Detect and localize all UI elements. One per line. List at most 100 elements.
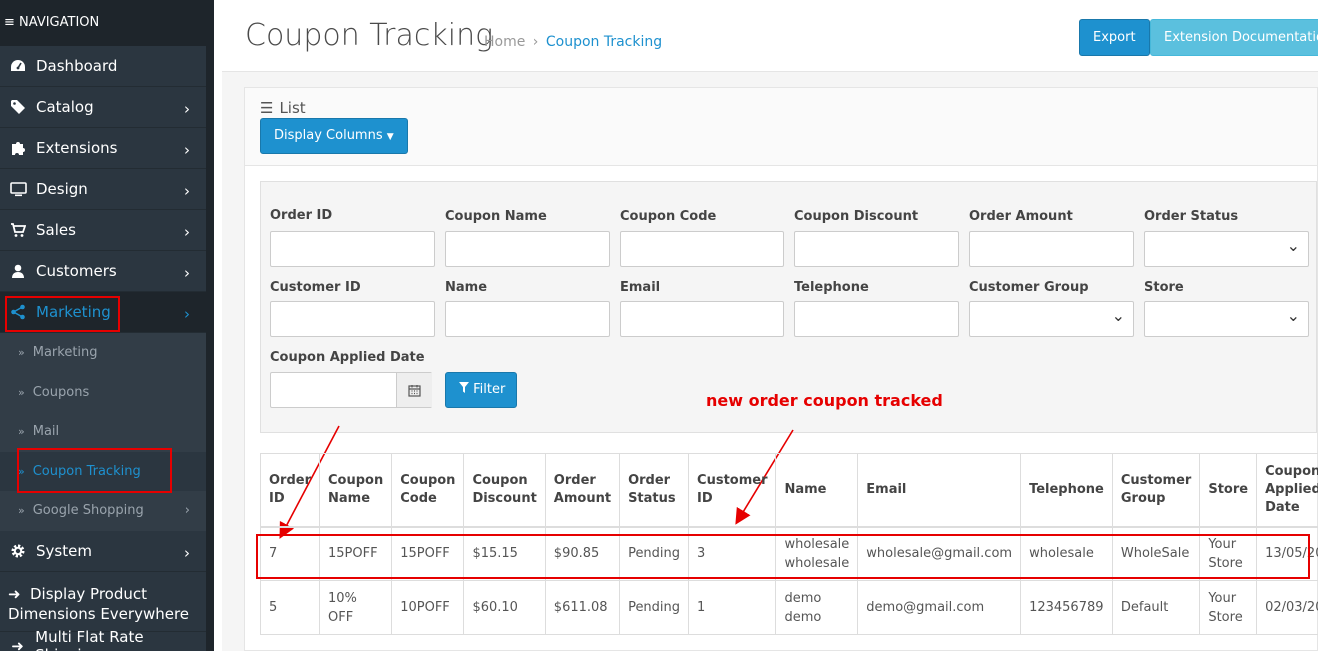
order-id-input[interactable] — [270, 231, 435, 267]
nav-item-label: Design — [36, 180, 88, 198]
col-order-id[interactable]: Order ID — [260, 453, 320, 528]
cell-email: demo@gmail.com — [857, 580, 1022, 635]
highlight-box — [5, 296, 120, 332]
nav-item-label: Dashboard — [36, 57, 118, 75]
nav-item-design[interactable]: Design › — [0, 169, 206, 210]
nav-item-customers[interactable]: Customers › — [0, 251, 206, 292]
nav-item-label: ➜ Display Product Dimensions Everywhere — [8, 584, 190, 623]
sub-item-coupons[interactable]: » Coupons — [0, 373, 206, 413]
nav-item-label: Customers — [36, 262, 117, 280]
telephone-label: Telephone — [794, 280, 869, 295]
name-input[interactable] — [445, 301, 610, 337]
email-input[interactable] — [620, 301, 784, 337]
chevron-right-icon: › — [184, 503, 190, 518]
coupon-discount-label: Coupon Discount — [794, 209, 919, 224]
nav-item-system[interactable]: System › — [0, 531, 206, 572]
marketing-submenu: » Marketing » Coupons » Mail » Coupon Tr… — [0, 333, 206, 531]
sub-item-mail[interactable]: » Mail — [0, 412, 206, 452]
extension-documentation-button[interactable]: Extension Documentation — [1150, 19, 1318, 56]
annotation-text: new order coupon tracked — [706, 391, 943, 410]
display-columns-button[interactable]: Display Columns ▼ — [260, 118, 408, 154]
nav-item-label: Extensions — [36, 139, 118, 157]
sub-item-google-shopping[interactable]: » Google Shopping › — [0, 491, 206, 531]
col-customer-group[interactable]: Customer Group — [1111, 453, 1201, 528]
highlight-box — [17, 448, 172, 493]
col-coupon-discount[interactable]: Coupon Discount — [463, 453, 546, 528]
cell-coupon-name: 10% OFF — [318, 580, 393, 635]
nav-item-multi-flat-rate-shipping[interactable]: ➜ Multi Flat Rate Shipping — [0, 628, 206, 651]
chevron-right-icon: › — [184, 264, 190, 282]
order-id-label: Order ID — [270, 208, 333, 223]
caret-down-icon: ▼ — [386, 132, 394, 142]
export-button[interactable]: Export — [1079, 19, 1150, 56]
highlight-box — [256, 534, 1310, 579]
cell-order-amount: $611.08 — [544, 580, 621, 635]
sub-item-marketing[interactable]: » Marketing — [0, 333, 206, 373]
cell-customer-group: Default — [1111, 580, 1201, 635]
col-coupon-applied-date[interactable]: Coupon Applied Date — [1256, 453, 1318, 528]
telephone-input[interactable] — [794, 301, 959, 337]
nav-item-extensions[interactable]: Extensions › — [0, 128, 206, 169]
col-order-amount[interactable]: Order Amount — [544, 453, 621, 528]
email-label: Email — [620, 280, 661, 295]
order-status-label: Order Status — [1144, 209, 1239, 224]
col-coupon-name[interactable]: Coupon Name — [318, 453, 393, 528]
chevron-right-icon: › — [184, 223, 190, 241]
col-store[interactable]: Store — [1199, 453, 1258, 528]
filter-button[interactable]: Filter — [445, 372, 517, 408]
chevron-right-icon: › — [184, 543, 190, 562]
funnel-icon — [459, 382, 473, 397]
nav-item-display-product-dimensions[interactable]: ➜ Display Product Dimensions Everywhere — [0, 572, 206, 632]
coupon-name-label: Coupon Name — [445, 209, 547, 224]
coupon-discount-input[interactable] — [794, 231, 959, 267]
monitor-icon — [8, 181, 28, 197]
nav-item-sales[interactable]: Sales › — [0, 210, 206, 251]
coupon-applied-date-input[interactable] — [270, 372, 432, 408]
sub-item-label: Google Shopping — [32, 503, 144, 519]
nav-item-label: Sales — [36, 221, 76, 239]
col-name[interactable]: Name — [775, 453, 859, 528]
hamburger-icon: ≡ — [4, 15, 15, 30]
cell-order-id: 5 — [260, 580, 320, 635]
tag-icon — [8, 99, 28, 115]
gear-icon — [8, 543, 28, 559]
nav-item-dashboard[interactable]: Dashboard — [0, 46, 206, 87]
col-telephone[interactable]: Telephone — [1020, 453, 1113, 528]
order-status-select[interactable] — [1144, 231, 1309, 267]
nav-item-label: Multi Flat Rate Shipping — [35, 628, 144, 651]
double-chevron-icon: » — [18, 425, 25, 439]
order-amount-input[interactable] — [969, 231, 1134, 267]
breadcrumb-current[interactable]: Coupon Tracking — [546, 34, 662, 50]
col-customer-id[interactable]: Customer ID — [688, 453, 777, 528]
breadcrumb: Home › Coupon Tracking — [484, 34, 662, 50]
page-header: Coupon Tracking Home › Coupon Tracking E… — [222, 0, 1318, 72]
sub-item-label: Mail — [32, 424, 60, 440]
col-order-status[interactable]: Order Status — [619, 453, 690, 528]
cart-icon — [8, 222, 28, 238]
chevron-right-icon: › — [184, 305, 190, 323]
store-label: Store — [1144, 280, 1184, 295]
chevron-right-icon: › — [184, 141, 190, 159]
nav-item-catalog[interactable]: Catalog › — [0, 87, 206, 128]
customer-id-input[interactable] — [270, 301, 435, 337]
coupon-code-input[interactable] — [620, 231, 784, 267]
table-header-row: Order ID Coupon Name Coupon Code Coupon Disc… — [260, 453, 1318, 528]
customer-group-select[interactable] — [969, 301, 1134, 337]
double-chevron-icon: » — [18, 346, 25, 360]
chevron-right-icon: › — [184, 100, 190, 118]
store-select[interactable] — [1144, 301, 1309, 337]
sub-item-label: Marketing — [32, 345, 98, 361]
breadcrumb-separator: › — [532, 34, 539, 50]
breadcrumb-home[interactable]: Home — [484, 34, 525, 50]
calendar-icon[interactable] — [396, 373, 432, 407]
sidebar: ≡ NAVIGATION Dashboard Catalog › Extensi… — [0, 0, 214, 651]
col-coupon-code[interactable]: Coupon Code — [391, 453, 465, 528]
customer-group-label: Customer Group — [969, 280, 1089, 295]
puzzle-icon — [8, 140, 28, 156]
col-email[interactable]: Email — [857, 453, 1022, 528]
panel-heading: ☰ List Display Columns ▼ — [245, 88, 1317, 166]
double-chevron-icon: » — [18, 385, 25, 399]
table-row: 5 10% OFF 10POFF $60.10 $611.08 Pending … — [260, 580, 1318, 635]
nav-item-label: System — [36, 541, 92, 560]
coupon-name-input[interactable] — [445, 231, 610, 267]
